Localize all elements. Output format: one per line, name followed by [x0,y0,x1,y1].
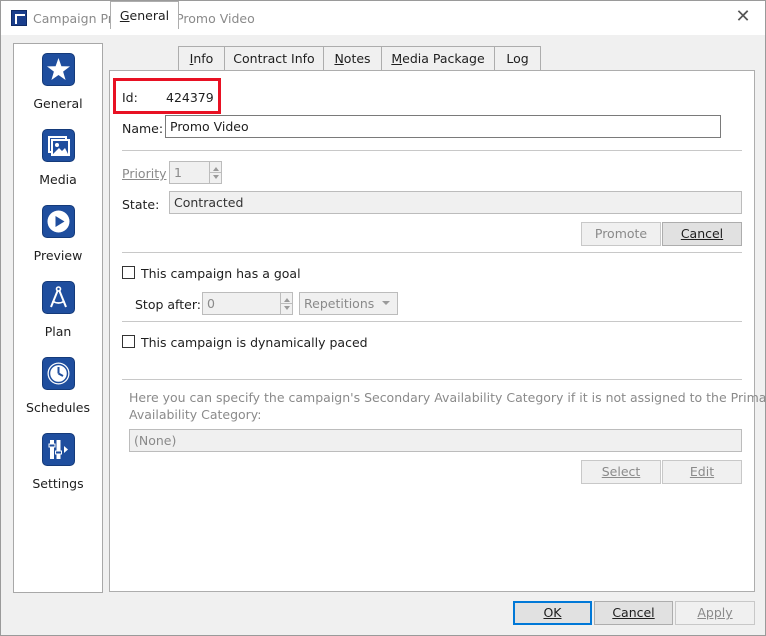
divider [122,252,742,253]
compass-icon [42,281,75,314]
stepper-divider [210,172,221,173]
tab-general[interactable]: General [110,1,179,29]
chevron-down-icon [213,175,219,179]
id-highlight-box [113,78,221,114]
cancel-state-label: Cancel [680,226,724,241]
edit-label: Edit [689,464,715,479]
cancel-label: Cancel [612,605,655,620]
state-label: State: [122,197,160,212]
star-icon [42,53,75,86]
tab-info[interactable]: Info [178,46,225,71]
campaign-properties-window: Campaign Properties - Promo Video ✕ Gene… [0,0,766,636]
tab-label-rest: edia Package [402,51,485,66]
tab-label-rest: nfo [193,51,214,66]
sidebar-item-label: Plan [44,324,72,339]
chevron-down-icon [284,306,290,310]
select-label: Select [601,464,641,479]
name-input[interactable]: Promo Video [165,115,721,138]
tab-accesskey: N [334,51,344,66]
chevron-up-icon [213,167,219,171]
divider [122,379,742,380]
sidebar-nav: General Media Preview Plan Schedules Set… [13,43,103,593]
divider [122,321,742,322]
priority-stepper[interactable] [209,161,222,184]
sidebar-item-label: General [33,96,83,111]
sidebar-item-label: Preview [33,248,83,263]
stop-after-stepper[interactable] [280,292,293,315]
priority-label-text: Priority [122,166,167,181]
goal-checkbox[interactable] [122,266,135,279]
sidebar-item-plan[interactable]: Plan [14,281,102,353]
secondary-help-line-2: Availability Category: [129,407,262,422]
chevron-up-icon [284,298,290,302]
sidebar-item-media[interactable]: Media [14,129,102,201]
apply-button[interactable]: Apply [675,601,755,625]
clock-icon [42,357,75,390]
dynamic-pacing-label: This campaign is dynamically paced [141,335,368,350]
sidebar-item-preview[interactable]: Preview [14,205,102,277]
stepper-divider [281,303,292,304]
tab-accesskey: M [391,51,403,66]
secondary-category-field: (None) [129,429,742,452]
tab-label: Contract Info [233,51,315,66]
select-button[interactable]: Select [581,460,661,484]
tab-label: Log [506,51,529,66]
settings-icon [42,433,75,466]
sidebar-item-settings[interactable]: Settings [14,433,102,505]
priority-label: Priority [122,166,167,181]
priority-input[interactable]: 1 [169,161,210,184]
sidebar-item-label: Settings [32,476,84,491]
name-label: Name: [122,121,164,136]
divider [122,150,742,151]
app-logo-icon [11,10,27,26]
dynamic-pacing-checkbox[interactable] [122,335,135,348]
stop-after-input[interactable]: 0 [202,292,292,315]
tab-label-rest: otes [343,51,371,66]
sidebar-item-general[interactable]: General [14,53,102,125]
sidebar-item-label: Media [39,172,77,187]
edit-button[interactable]: Edit [662,460,742,484]
cancel-button[interactable]: Cancel [594,601,673,625]
play-icon [42,205,75,238]
tab-log[interactable]: Log [494,46,541,71]
tab-notes[interactable]: Notes [323,46,382,71]
tab-label-rest: eneral [129,8,170,23]
tab-contract-info[interactable]: Contract Info [224,46,324,71]
stop-after-label: Stop after: [135,297,201,312]
sidebar-item-schedules[interactable]: Schedules [14,357,102,429]
secondary-help-line-1: Here you can specify the campaign's Seco… [129,390,766,405]
cancel-state-button[interactable]: Cancel [662,222,742,246]
media-icon [42,129,75,162]
apply-label: Apply [697,605,733,620]
general-tab-panel [109,70,755,592]
ok-button[interactable]: OK [513,601,592,625]
goal-label: This campaign has a goal [141,266,301,281]
state-field: Contracted [169,191,742,214]
tab-accesskey: G [119,8,130,23]
tab-media-package[interactable]: Media Package [381,46,495,71]
ok-label: OK [543,605,562,620]
promote-button[interactable]: Promote [581,222,661,246]
repetitions-value: Repetitions [304,296,375,311]
chevron-down-icon [382,301,390,305]
close-icon[interactable]: ✕ [733,6,753,28]
sidebar-item-label: Schedules [26,400,90,415]
